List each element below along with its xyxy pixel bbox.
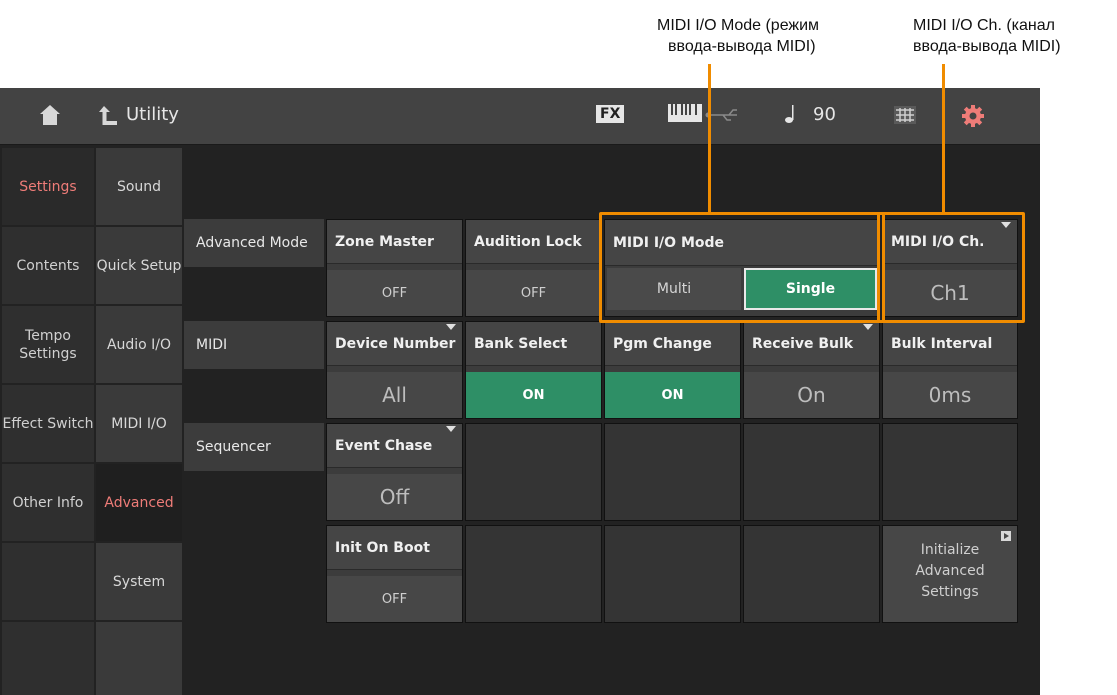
initialize-line2: Advanced: [915, 563, 985, 579]
receive-bulk-title: Receive Bulk: [744, 322, 879, 366]
empty-cell: [743, 423, 880, 521]
bank-select-title: Bank Select: [466, 322, 601, 366]
page-title: Utility: [126, 104, 179, 125]
subtab-system[interactable]: System: [96, 543, 182, 620]
home-icon[interactable]: [38, 101, 62, 129]
grid-icon[interactable]: [894, 106, 916, 124]
init-on-boot-cell[interactable]: Init On Boot OFF: [326, 525, 463, 623]
audition-lock-title: Audition Lock: [466, 220, 601, 264]
annotation-leader-io-ch: [942, 64, 945, 213]
initialize-line1: Initialize: [920, 542, 980, 558]
pgm-change-cell[interactable]: Pgm Change ON: [604, 321, 741, 419]
tab-tempo-settings[interactable]: Tempo Settings: [2, 306, 94, 383]
tab-effect-switch[interactable]: Effect Switch: [2, 385, 94, 462]
event-chase-value[interactable]: Off: [327, 474, 462, 520]
bulk-interval-cell[interactable]: Bulk Interval 0ms: [882, 321, 1018, 419]
empty-cell: [604, 423, 741, 521]
bulk-interval-title: Bulk Interval: [883, 322, 1017, 366]
bank-select-value[interactable]: ON: [466, 372, 601, 418]
annotation-io-ch-line1: MIDI I/O Ch. (канал: [913, 17, 1055, 34]
empty-cell: [465, 423, 602, 521]
tab-empty-2: [2, 622, 94, 695]
highlight-midi-io-ch: [877, 212, 1025, 323]
annotation-io-mode-line1: MIDI I/O Mode (режим: [657, 17, 820, 34]
device-number-title: Device Number: [327, 322, 462, 366]
subtab-sound[interactable]: Sound: [96, 148, 182, 225]
row-label-midi: MIDI: [184, 321, 324, 369]
receive-bulk-cell[interactable]: Receive Bulk On: [743, 321, 880, 419]
quarter-note-icon: [784, 103, 796, 125]
device-number-cell[interactable]: Device Number All: [326, 321, 463, 419]
zone-master-cell[interactable]: Zone Master OFF: [326, 219, 463, 317]
dropdown-icon: [863, 324, 873, 330]
row-label-sequencer: Sequencer: [184, 423, 324, 471]
subtab-quick-setup[interactable]: Quick Setup: [96, 227, 182, 304]
highlight-midi-io-mode: [599, 212, 885, 323]
gear-icon[interactable]: [961, 104, 985, 128]
annotation-io-ch-line2: ввода-вывода MIDI): [913, 38, 1061, 55]
event-chase-title: Event Chase: [327, 424, 462, 468]
fx-indicator[interactable]: FX: [596, 105, 625, 123]
zone-master-title: Zone Master: [327, 220, 462, 264]
dropdown-icon: [446, 426, 456, 432]
initialize-label: Initialize Advanced Settings: [883, 540, 1017, 603]
annotation-io-mode-line2: ввода-вывода MIDI): [668, 38, 816, 55]
tab-other-info[interactable]: Other Info: [2, 464, 94, 541]
initialize-line3: Settings: [921, 584, 979, 600]
zone-master-value[interactable]: OFF: [327, 270, 462, 316]
row-label-advanced-mode: Advanced Mode: [184, 219, 324, 267]
tab-empty: [2, 543, 94, 620]
subtab-audio-io[interactable]: Audio I/O: [96, 306, 182, 383]
empty-cell: [743, 525, 880, 623]
init-on-boot-title: Init On Boot: [327, 526, 462, 570]
audition-lock-cell[interactable]: Audition Lock OFF: [465, 219, 602, 317]
back-arrow-icon[interactable]: [97, 103, 119, 129]
bulk-interval-value[interactable]: 0ms: [883, 372, 1017, 418]
subtab-midi-io[interactable]: MIDI I/O: [96, 385, 182, 462]
empty-cell: [604, 525, 741, 623]
pgm-change-title: Pgm Change: [605, 322, 740, 366]
tab-settings[interactable]: Settings: [2, 148, 94, 225]
subtab-empty: [96, 622, 182, 695]
tab-contents[interactable]: Contents: [2, 227, 94, 304]
pgm-change-value[interactable]: ON: [605, 372, 740, 418]
event-chase-cell[interactable]: Event Chase Off: [326, 423, 463, 521]
bank-select-cell[interactable]: Bank Select ON: [465, 321, 602, 419]
keyboard-icon: [668, 104, 702, 124]
tempo-value[interactable]: 90: [813, 104, 836, 125]
subtab-advanced[interactable]: Advanced: [96, 464, 182, 541]
device-number-value[interactable]: All: [327, 372, 462, 418]
annotation-leader-io-mode: [708, 64, 711, 213]
empty-cell: [465, 525, 602, 623]
empty-cell: [882, 423, 1018, 521]
dropdown-icon: [446, 324, 456, 330]
init-on-boot-value[interactable]: OFF: [327, 576, 462, 622]
receive-bulk-value[interactable]: On: [744, 372, 879, 418]
initialize-advanced-settings-button[interactable]: Initialize Advanced Settings: [882, 525, 1018, 623]
audition-lock-value[interactable]: OFF: [466, 270, 601, 316]
